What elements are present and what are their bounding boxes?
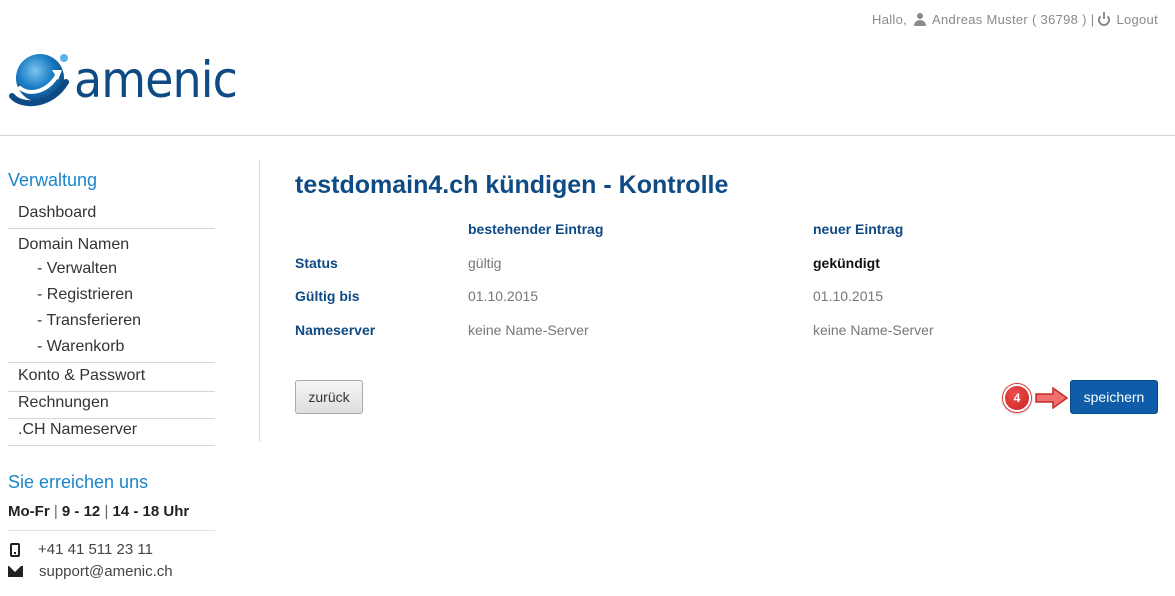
contact-email[interactable]: support@amenic.ch	[8, 563, 173, 580]
sidebar-item-manage[interactable]: - Verwalten	[8, 258, 215, 284]
phone-number: +41 41 511 23 11	[38, 541, 153, 558]
hours-afternoon: 14 - 18 Uhr	[112, 503, 190, 520]
hours-days: Mo-Fr	[8, 503, 50, 520]
column-header-new: neuer Eintrag	[813, 221, 904, 237]
valid-until-existing: 01.10.2015	[468, 288, 539, 304]
page-header: Hallo, Andreas Muster ( 36798 ) | Logout…	[0, 0, 1175, 136]
user-id: ( 36798 )	[1032, 12, 1087, 27]
logout-link[interactable]: Logout	[1116, 12, 1158, 27]
sidebar-title-contact: Sie erreichen uns	[8, 472, 149, 492]
column-header-existing: bestehender Eintrag	[468, 221, 604, 237]
sidebar-item-ch-nameserver[interactable]: .CH Nameserver	[8, 419, 215, 446]
sidebar-item-dashboard[interactable]: Dashboard	[8, 202, 215, 229]
back-button[interactable]: zurück	[295, 380, 363, 414]
amenic-logo[interactable]: amenic	[8, 52, 251, 108]
sidebar-item-transfer[interactable]: - Transferieren	[8, 310, 215, 336]
contact-phone[interactable]: +41 41 511 23 11	[8, 541, 153, 558]
status-existing: gültig	[468, 255, 502, 271]
sidebar-item-invoices[interactable]: Rechnungen	[8, 392, 215, 419]
user-name: Andreas Muster	[932, 12, 1029, 27]
sidebar-item-cart[interactable]: - Warenkorb	[8, 336, 215, 363]
contact-divider	[8, 530, 215, 531]
globe-logo-icon	[9, 54, 69, 107]
sidebar-divider	[259, 160, 260, 442]
arrow-right-icon	[1035, 387, 1069, 409]
user-icon	[914, 13, 927, 26]
row-label-nameserver: Nameserver	[295, 322, 376, 338]
row-label-status: Status	[295, 255, 338, 271]
sidebar-item-account[interactable]: Konto & Passwort	[8, 365, 215, 392]
save-button[interactable]: speichern	[1070, 380, 1158, 414]
hours-separator: |	[104, 503, 109, 520]
sidebar-title-admin: Verwaltung	[8, 170, 98, 190]
nameserver-new: keine Name-Server	[813, 322, 934, 338]
power-icon[interactable]	[1098, 11, 1111, 26]
greeting-text: Hallo,	[872, 12, 908, 27]
email-address: support@amenic.ch	[39, 563, 173, 580]
hours-separator: |	[53, 503, 58, 520]
opening-hours: Mo-Fr | 9 - 12 | 14 - 18 Uhr	[8, 503, 189, 520]
row-label-valid-until: Gültig bis	[295, 288, 360, 304]
separator: |	[1090, 12, 1095, 27]
logo-wordmark: amenic	[74, 51, 238, 109]
sidebar-item-domain-names[interactable]: Domain Namen	[8, 234, 215, 258]
status-new: gekündigt	[813, 255, 880, 271]
valid-until-new: 01.10.2015	[813, 288, 884, 304]
sidebar-item-register[interactable]: - Registrieren	[8, 284, 215, 310]
phone-icon	[10, 542, 20, 557]
hours-morning: 9 - 12	[61, 503, 101, 520]
page-title: testdomain4.ch kündigen - Kontrolle	[295, 171, 729, 199]
step-badge: 4	[1003, 384, 1031, 412]
sidebar: Verwaltung Dashboard Domain Namen - Verw…	[0, 160, 260, 596]
mail-icon	[8, 566, 23, 577]
sidebar-nav: Dashboard Domain Namen - Verwalten - Reg…	[8, 202, 215, 446]
nameserver-existing: keine Name-Server	[468, 322, 589, 338]
user-bar: Hallo, Andreas Muster ( 36798 ) | Logout	[872, 11, 1158, 27]
